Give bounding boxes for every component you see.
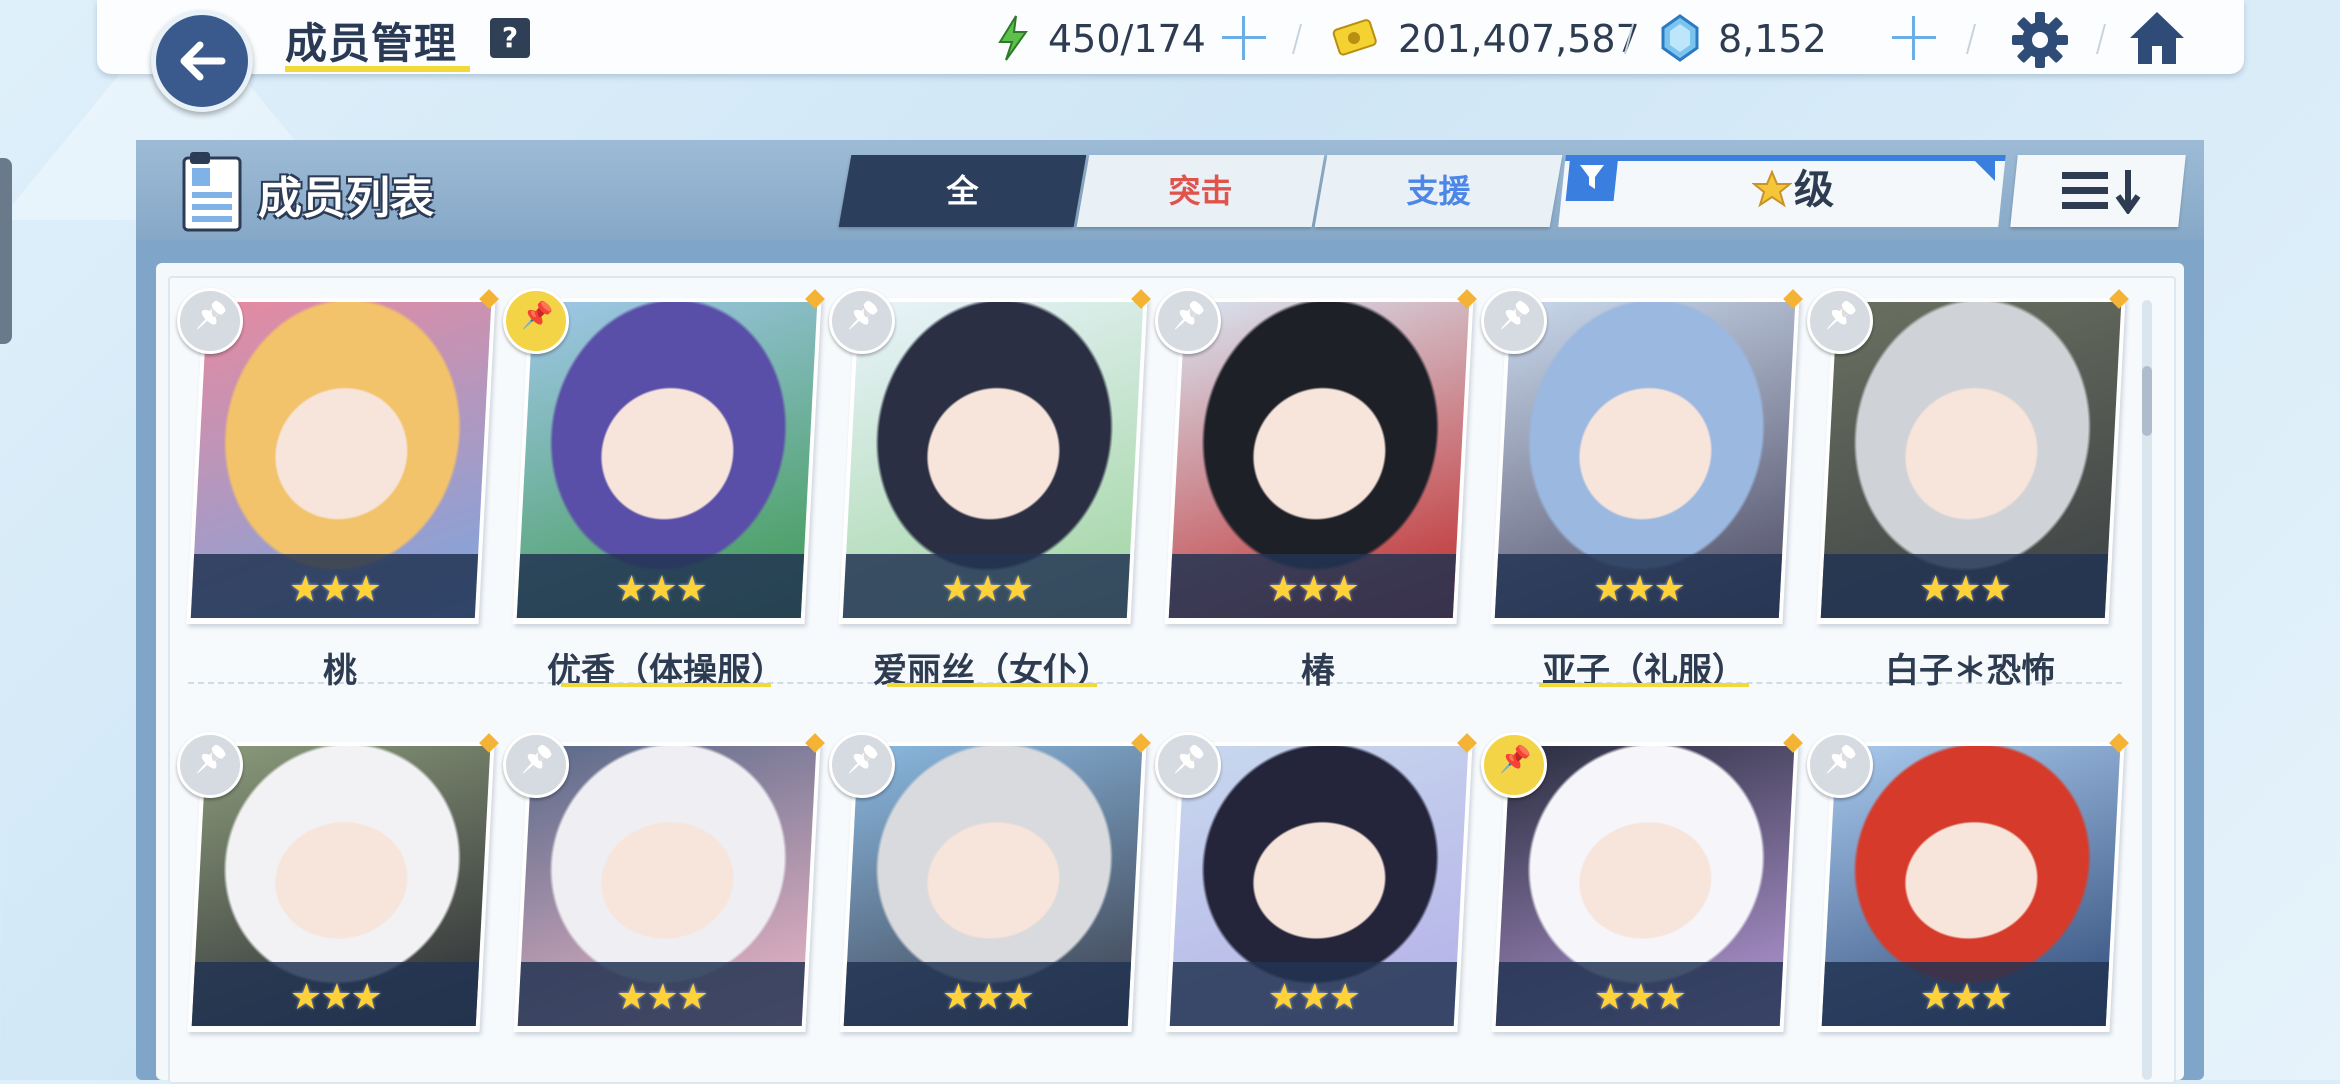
tab-all[interactable]: 全 bbox=[838, 155, 1087, 227]
member-list-title: 成员列表 bbox=[258, 173, 434, 224]
scrollbar-thumb[interactable] bbox=[2142, 366, 2152, 436]
star-rating: ★★★ bbox=[288, 977, 382, 1018]
pin-icon[interactable]: 📌 bbox=[1155, 732, 1221, 798]
stamina-value: 450/174 bbox=[1048, 17, 1206, 61]
star-rating: ★★★ bbox=[1917, 569, 2011, 610]
member-card[interactable]: ★★★ bbox=[838, 298, 1148, 624]
member-card[interactable]: ★★★ bbox=[1164, 298, 1474, 624]
pushpin-icon: 📌 bbox=[521, 745, 554, 775]
star-icon bbox=[1752, 170, 1792, 208]
member-card[interactable]: ★★★ bbox=[186, 298, 496, 624]
member-card[interactable]: ★★★ bbox=[1490, 298, 1800, 624]
star-rating: ★★★ bbox=[1591, 569, 1685, 610]
gems-value: 8,152 bbox=[1718, 17, 1827, 61]
home-icon[interactable] bbox=[2126, 8, 2188, 68]
pushpin-icon: 📌 bbox=[195, 301, 228, 331]
title-underline bbox=[285, 66, 470, 72]
tab-special[interactable]: 支援 bbox=[1314, 155, 1563, 227]
help-button[interactable]: ? bbox=[490, 18, 530, 58]
pin-icon[interactable]: 📌 bbox=[1807, 288, 1873, 354]
pin-icon[interactable]: 📌 bbox=[503, 732, 569, 798]
star-rating: ★★★ bbox=[1918, 977, 2012, 1018]
settings-gear-icon[interactable] bbox=[2010, 10, 2070, 70]
star-rating: ★★★ bbox=[614, 977, 708, 1018]
back-button[interactable] bbox=[151, 10, 253, 112]
star-rating: ★★★ bbox=[1266, 977, 1360, 1018]
filter-label: 级 bbox=[1794, 167, 1834, 213]
sort-order-icon bbox=[2062, 170, 2141, 214]
filter-funnel-icon bbox=[1565, 155, 1619, 201]
pushpin-icon: 📌 bbox=[1825, 745, 1858, 775]
side-drawer-handle[interactable] bbox=[0, 158, 12, 344]
add-gems-button[interactable] bbox=[1890, 14, 1938, 62]
pin-icon[interactable]: 📌 bbox=[829, 288, 895, 354]
pushpin-icon: 📌 bbox=[1499, 301, 1532, 331]
credits-value: 201,407,587 bbox=[1398, 17, 1640, 61]
member-list-icon bbox=[182, 152, 242, 232]
gem-icon bbox=[1661, 14, 1699, 62]
pin-icon[interactable]: 📌 bbox=[1481, 288, 1547, 354]
star-rating: ★★★ bbox=[940, 977, 1034, 1018]
pin-icon[interactable]: 📌 bbox=[1481, 732, 1547, 798]
member-card[interactable]: ★★★ bbox=[512, 298, 822, 624]
pin-icon[interactable]: 📌 bbox=[177, 288, 243, 354]
star-rating: ★★★ bbox=[1265, 569, 1359, 610]
star-rating: ★★★ bbox=[613, 569, 707, 610]
member-card[interactable]: ★★★ bbox=[1816, 298, 2126, 624]
star-rating: ★★★ bbox=[1592, 977, 1686, 1018]
pin-icon[interactable]: 📌 bbox=[1155, 288, 1221, 354]
pushpin-icon: 📌 bbox=[847, 301, 880, 331]
pushpin-icon: 📌 bbox=[1173, 745, 1206, 775]
star-rating: ★★★ bbox=[939, 569, 1033, 610]
star-rating: ★★★ bbox=[287, 569, 381, 610]
add-stamina-button[interactable] bbox=[1220, 14, 1268, 62]
pin-icon[interactable]: 📌 bbox=[829, 732, 895, 798]
name-underline bbox=[561, 683, 771, 687]
back-arrow-icon bbox=[180, 41, 226, 81]
pushpin-icon: 📌 bbox=[195, 745, 228, 775]
pin-icon[interactable]: 📌 bbox=[1807, 732, 1873, 798]
pushpin-icon: 📌 bbox=[1825, 301, 1858, 331]
pin-icon[interactable]: 📌 bbox=[503, 288, 569, 354]
pushpin-icon: 📌 bbox=[1173, 301, 1206, 331]
tab-striker[interactable]: 突击 bbox=[1076, 155, 1325, 227]
pushpin-icon: 📌 bbox=[847, 745, 880, 775]
pushpin-icon: 📌 bbox=[521, 301, 554, 331]
pushpin-icon: 📌 bbox=[1499, 745, 1532, 775]
credits-icon bbox=[1332, 19, 1377, 56]
name-underline bbox=[887, 683, 1097, 687]
pin-icon[interactable]: 📌 bbox=[177, 732, 243, 798]
dropdown-corner-icon bbox=[1975, 161, 1995, 181]
stamina-icon bbox=[998, 15, 1028, 61]
page-title: 成员管理 bbox=[285, 19, 458, 68]
name-underline bbox=[1539, 683, 1749, 687]
